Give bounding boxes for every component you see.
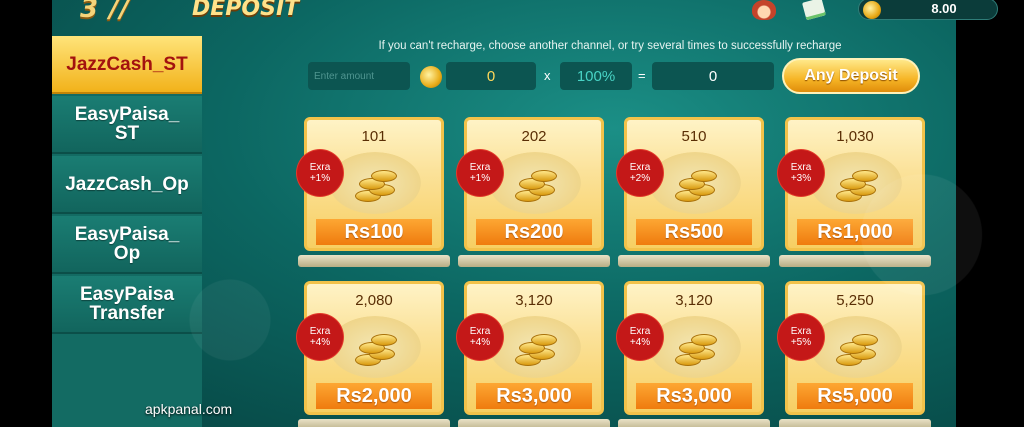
card-pedestal — [298, 255, 450, 267]
deposit-card[interactable]: 3,120 Rs3,000 Exra +4% — [618, 281, 770, 427]
card-pedestal — [779, 255, 931, 267]
deposit-card[interactable]: 2,080 Rs2,000 Exra +4% — [298, 281, 450, 427]
deposit-card[interactable]: 1,030 Rs1,000 Exra +3% — [779, 117, 931, 267]
bonus-badge: Exra +4% — [460, 317, 500, 357]
bonus-badge: Exra +4% — [620, 317, 660, 357]
card-pedestal — [458, 255, 610, 267]
card-price: Rs2,000 — [316, 383, 432, 409]
deposit-card[interactable]: 5,250 Rs5,000 Exra +5% — [779, 281, 931, 427]
deposit-card[interactable]: 3,120 Rs3,000 Exra +4% — [458, 281, 610, 427]
bonus-badge: Exra +1% — [300, 153, 340, 193]
card-price: Rs3,000 — [476, 383, 592, 409]
bonus-badge: Exra +4% — [300, 317, 340, 357]
card-pedestal — [458, 419, 610, 427]
deposit-card[interactable]: 101 Rs100 Exra +1% — [298, 117, 450, 267]
card-pedestal — [618, 419, 770, 427]
card-coins: 2,080 — [355, 292, 393, 309]
deposit-screen: 3 // DEPOSIT 8.00 JazzCash_ST EasyPaisa_… — [0, 0, 1024, 427]
coin-pile-icon — [671, 330, 721, 370]
card-price: Rs1,000 — [797, 219, 913, 245]
coin-pile-icon — [511, 330, 561, 370]
card-pedestal — [779, 419, 931, 427]
card-coins: 3,120 — [675, 292, 713, 309]
card-coins: 101 — [361, 128, 387, 145]
card-coins: 3,120 — [515, 292, 553, 309]
bonus-badge: Exra +3% — [781, 153, 821, 193]
card-coins: 5,250 — [836, 292, 874, 309]
bonus-badge: Exra +1% — [460, 153, 500, 193]
watermark-text: apkpanal.com — [145, 401, 233, 417]
deposit-card[interactable]: 202 Rs200 Exra +1% — [458, 117, 610, 267]
deposit-packages: 101 Rs100 Exra +1% 202 Rs200 Exra +1% 510 — [0, 0, 1024, 427]
card-price: Rs3,000 — [636, 383, 752, 409]
coin-pile-icon — [351, 166, 401, 206]
card-price: Rs200 — [476, 219, 592, 245]
coin-pile-icon — [351, 330, 401, 370]
card-pedestal — [298, 419, 450, 427]
bonus-badge: Exra +2% — [620, 153, 660, 193]
card-price: Rs500 — [636, 219, 752, 245]
card-coins: 202 — [521, 128, 547, 145]
card-price: Rs100 — [316, 219, 432, 245]
coin-pile-icon — [671, 166, 721, 206]
coin-pile-icon — [832, 166, 882, 206]
coin-pile-icon — [511, 166, 561, 206]
card-coins: 1,030 — [836, 128, 874, 145]
card-pedestal — [618, 255, 770, 267]
card-coins: 510 — [681, 128, 707, 145]
bonus-badge: Exra +5% — [781, 317, 821, 357]
deposit-card[interactable]: 510 Rs500 Exra +2% — [618, 117, 770, 267]
coin-pile-icon — [832, 330, 882, 370]
card-price: Rs5,000 — [797, 383, 913, 409]
